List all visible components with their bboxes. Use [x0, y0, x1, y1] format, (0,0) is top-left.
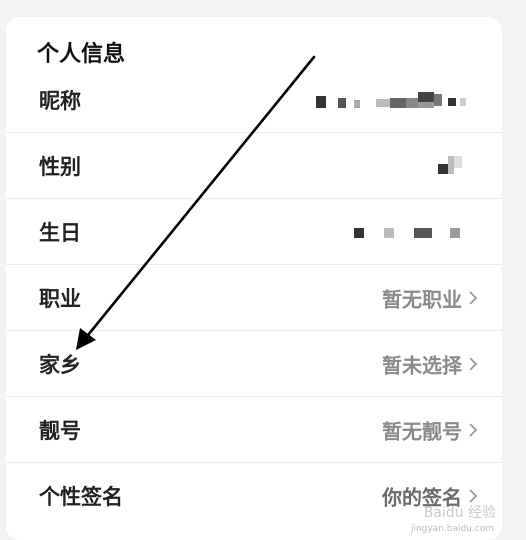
chevron-right-icon: [469, 422, 478, 437]
row-value-hometown: 暂未选择: [382, 353, 462, 377]
row-hometown[interactable]: 家乡 暂未选择: [6, 331, 502, 397]
row-label-pretty-number: 靓号: [39, 417, 81, 443]
chevron-right-icon: [469, 356, 478, 371]
row-label-occupation: 职业: [39, 285, 81, 311]
row-value-occupation: 暂无职业: [382, 287, 462, 311]
row-label-hometown: 家乡: [39, 351, 81, 377]
row-gender[interactable]: 性别: [6, 133, 502, 199]
row-label-birthday: 生日: [39, 219, 81, 245]
watermark-url: jingyan.baidu.com: [410, 524, 494, 534]
row-birthday[interactable]: 生日: [6, 199, 502, 265]
row-nickname[interactable]: 昵称: [6, 67, 502, 133]
chevron-right-icon: [469, 290, 478, 305]
section-title: 个人信息: [37, 41, 126, 67]
row-label-nickname: 昵称: [39, 87, 81, 113]
row-pretty-number[interactable]: 靓号 暂无靓号: [6, 397, 502, 463]
row-label-gender: 性别: [39, 153, 81, 179]
personal-info-card: 个人信息 昵称 性别 生日 职业 暂无职业 家乡 暂未选择 靓号 暂无靓号 个性…: [6, 17, 502, 540]
row-occupation[interactable]: 职业 暂无职业: [6, 265, 502, 331]
redacted-birthday: [354, 220, 478, 244]
redacted-nickname: [316, 88, 476, 112]
row-value-pretty-number: 暂无靓号: [382, 419, 462, 443]
redacted-gender: [438, 154, 478, 178]
watermark: Baidu 经验: [423, 505, 496, 521]
row-label-signature: 个性签名: [39, 484, 123, 509]
